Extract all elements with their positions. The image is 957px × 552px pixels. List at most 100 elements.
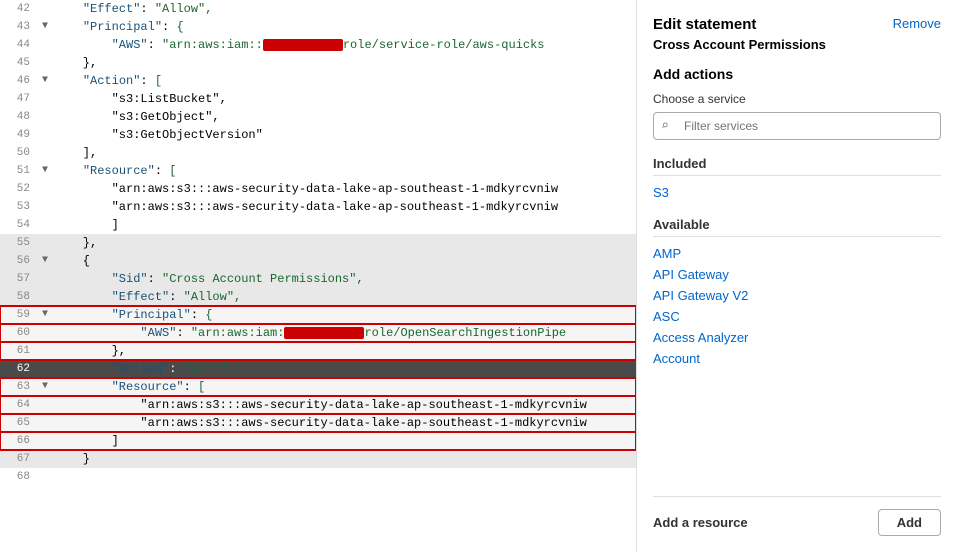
line-number: 57	[0, 270, 38, 288]
line-code: "s3:GetObject",	[52, 108, 636, 126]
list-item[interactable]: API Gateway	[653, 264, 941, 285]
table-row: 49 "s3:GetObjectVersion"	[0, 126, 636, 144]
line-number: 63	[0, 378, 38, 396]
included-section: Included S3	[653, 156, 941, 203]
line-code: "Action": [	[52, 72, 636, 90]
line-number: 66	[0, 432, 38, 450]
line-number: 50	[0, 144, 38, 162]
line-code: },	[52, 342, 636, 360]
table-row: 67 }	[0, 450, 636, 468]
table-row: 61 },	[0, 342, 636, 360]
line-number: 58	[0, 288, 38, 306]
line-number: 55	[0, 234, 38, 252]
table-row: 43▼ "Principal": {	[0, 18, 636, 36]
line-toggle[interactable]: ▼	[38, 18, 52, 36]
filter-services-input[interactable]	[653, 112, 941, 140]
line-number: 65	[0, 414, 38, 432]
available-section: Available AMPAPI GatewayAPI Gateway V2AS…	[653, 217, 941, 369]
redacted-value	[284, 327, 364, 339]
available-items: AMPAPI GatewayAPI Gateway V2ASCAccess An…	[653, 243, 941, 369]
panel-header: Edit statement Remove	[653, 16, 941, 33]
line-toggle[interactable]: ▼	[38, 72, 52, 90]
choose-service-label: Choose a service	[653, 92, 941, 106]
table-row: 46▼ "Action": [	[0, 72, 636, 90]
line-number: 60	[0, 324, 38, 342]
list-item[interactable]: S3	[653, 182, 941, 203]
line-code: ],	[52, 144, 636, 162]
add-resource-section: Add a resource Add	[653, 496, 941, 536]
code-panel: 42 "Effect": "Allow",43▼ "Principal": {4…	[0, 0, 637, 552]
table-row: 57 "Sid": "Cross Account Permissions",	[0, 270, 636, 288]
search-icon: ⌕	[661, 119, 669, 134]
line-number: 43	[0, 18, 38, 36]
available-label: Available	[653, 217, 941, 237]
line-toggle[interactable]: ▼	[38, 162, 52, 180]
line-number: 61	[0, 342, 38, 360]
line-code: "Effect": "Allow",	[52, 0, 636, 18]
line-code: }	[52, 450, 636, 468]
line-number: 47	[0, 90, 38, 108]
line-number: 45	[0, 54, 38, 72]
table-row: 65 "arn:aws:s3:::aws-security-data-lake-…	[0, 414, 636, 432]
line-code: "Resource": [	[52, 162, 636, 180]
line-code: ]	[52, 432, 636, 450]
redacted-value	[263, 39, 343, 51]
line-number: 56	[0, 252, 38, 270]
table-row: 62 "Action": "s3:*",	[0, 360, 636, 378]
line-number: 52	[0, 180, 38, 198]
line-code: "AWS": "arn:aws:iam:: role/service-role/…	[52, 36, 636, 54]
line-code: "Principal": {	[52, 18, 636, 36]
line-code: "arn:aws:s3:::aws-security-data-lake-ap-…	[52, 414, 636, 432]
table-row: 50 ],	[0, 144, 636, 162]
line-code: "Resource": [	[52, 378, 636, 396]
panel-subtitle: Cross Account Permissions	[653, 37, 941, 52]
line-code: "Principal": {	[52, 306, 636, 324]
line-toggle[interactable]: ▼	[38, 252, 52, 270]
line-number: 67	[0, 450, 38, 468]
line-toggle[interactable]: ▼	[38, 378, 52, 396]
add-resource-button[interactable]: Add	[878, 509, 941, 536]
line-code: "arn:aws:s3:::aws-security-data-lake-ap-…	[52, 396, 636, 414]
line-toggle[interactable]: ▼	[38, 306, 52, 324]
table-row: 56▼ {	[0, 252, 636, 270]
list-item[interactable]: API Gateway V2	[653, 285, 941, 306]
remove-link[interactable]: Remove	[893, 16, 941, 31]
table-row: 64 "arn:aws:s3:::aws-security-data-lake-…	[0, 396, 636, 414]
line-code: ]	[52, 216, 636, 234]
line-code: "s3:ListBucket",	[52, 90, 636, 108]
table-row: 47 "s3:ListBucket",	[0, 90, 636, 108]
line-number: 54	[0, 216, 38, 234]
table-row: 59▼ "Principal": {	[0, 306, 636, 324]
table-row: 66 ]	[0, 432, 636, 450]
line-code: "AWS": "arn:aws:iam: role/OpenSearchInge…	[52, 324, 636, 342]
table-row: 68	[0, 468, 636, 486]
line-code: "s3:GetObjectVersion"	[52, 126, 636, 144]
line-code: {	[52, 252, 636, 270]
code-content: 42 "Effect": "Allow",43▼ "Principal": {4…	[0, 0, 636, 552]
line-number: 42	[0, 0, 38, 18]
table-row: 54 ]	[0, 216, 636, 234]
line-number: 68	[0, 468, 38, 486]
table-row: 53 "arn:aws:s3:::aws-security-data-lake-…	[0, 198, 636, 216]
table-row: 55 },	[0, 234, 636, 252]
list-item[interactable]: Account	[653, 348, 941, 369]
right-panel: Edit statement Remove Cross Account Perm…	[637, 0, 957, 552]
line-number: 64	[0, 396, 38, 414]
table-row: 51▼ "Resource": [	[0, 162, 636, 180]
table-row: 60 "AWS": "arn:aws:iam: role/OpenSearchI…	[0, 324, 636, 342]
code-lines: 42 "Effect": "Allow",43▼ "Principal": {4…	[0, 0, 636, 486]
line-code: },	[52, 54, 636, 72]
line-number: 53	[0, 198, 38, 216]
table-row: 42 "Effect": "Allow",	[0, 0, 636, 18]
list-item[interactable]: Access Analyzer	[653, 327, 941, 348]
table-row: 45 },	[0, 54, 636, 72]
list-item[interactable]: AMP	[653, 243, 941, 264]
table-row: 58 "Effect": "Allow",	[0, 288, 636, 306]
line-code: },	[52, 234, 636, 252]
included-items: S3	[653, 182, 941, 203]
line-code: "Sid": "Cross Account Permissions",	[52, 270, 636, 288]
table-row: 44 "AWS": "arn:aws:iam:: role/service-ro…	[0, 36, 636, 54]
filter-input-wrapper: ⌕	[653, 112, 941, 140]
list-item[interactable]: ASC	[653, 306, 941, 327]
line-number: 46	[0, 72, 38, 90]
